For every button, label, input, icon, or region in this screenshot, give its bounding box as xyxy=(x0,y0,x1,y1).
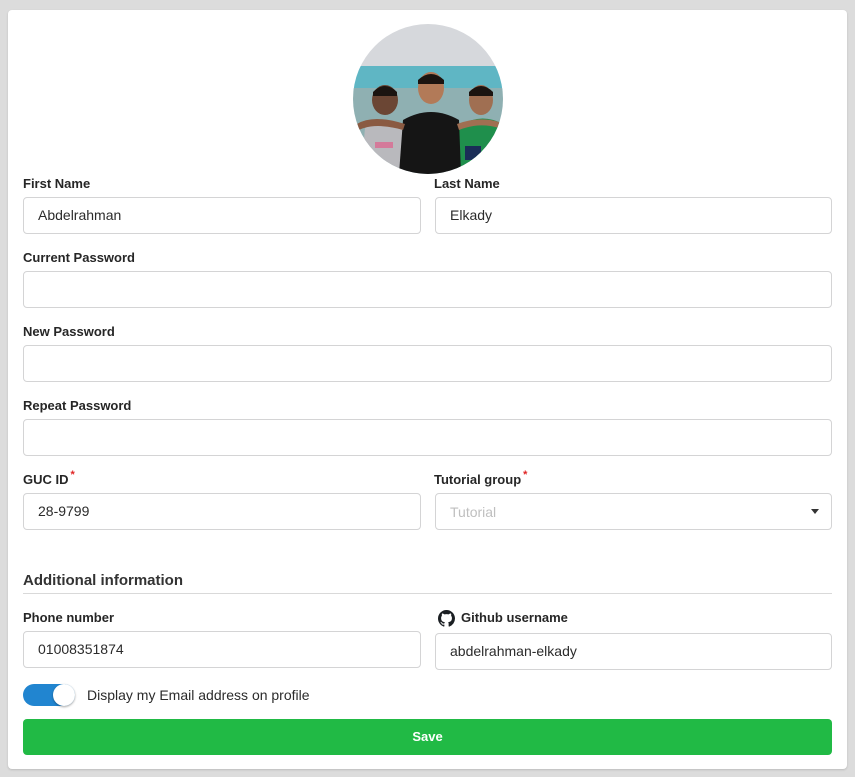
toggle-knob xyxy=(53,684,75,706)
last-name-input[interactable]: Elkady xyxy=(435,197,832,234)
current-password-input[interactable] xyxy=(23,271,832,308)
dropdown-caret-icon xyxy=(811,509,819,514)
phone-number-input[interactable]: 01008351874 xyxy=(23,631,421,668)
first-name-label: First Name xyxy=(23,176,91,191)
tutorial-group-label: Tutorial group * xyxy=(434,469,528,487)
guc-id-label-text: GUC ID xyxy=(23,472,69,487)
last-name-label: Last Name xyxy=(434,176,500,191)
new-password-label: New Password xyxy=(23,324,115,339)
github-username-label: Github username xyxy=(461,610,568,625)
display-email-label[interactable]: Display my Email address on profile xyxy=(87,687,310,703)
avatar xyxy=(353,24,503,174)
additional-info-heading: Additional information xyxy=(23,572,183,589)
profile-form-card: First Name Abdelrahman Last Name Elkady … xyxy=(8,10,847,769)
display-email-toggle[interactable] xyxy=(23,684,75,706)
first-name-input[interactable]: Abdelrahman xyxy=(23,197,421,234)
tutorial-group-label-text: Tutorial group xyxy=(434,472,522,487)
required-mark: * xyxy=(70,469,75,481)
github-icon xyxy=(438,610,455,627)
tutorial-group-select[interactable]: Tutorial xyxy=(435,493,832,530)
phone-number-label: Phone number xyxy=(23,610,115,625)
tutorial-group-placeholder: Tutorial xyxy=(450,504,497,520)
repeat-password-label: Repeat Password xyxy=(23,398,132,413)
guc-id-label: GUC ID * xyxy=(23,469,75,487)
new-password-input[interactable] xyxy=(23,345,832,382)
current-password-label: Current Password xyxy=(23,250,135,265)
required-mark: * xyxy=(523,469,528,481)
section-divider xyxy=(23,593,832,594)
repeat-password-input[interactable] xyxy=(23,419,832,456)
save-button[interactable]: Save xyxy=(23,719,832,755)
github-username-input[interactable]: abdelrahman-elkady xyxy=(435,633,832,670)
guc-id-input[interactable]: 28-9799 xyxy=(23,493,421,530)
